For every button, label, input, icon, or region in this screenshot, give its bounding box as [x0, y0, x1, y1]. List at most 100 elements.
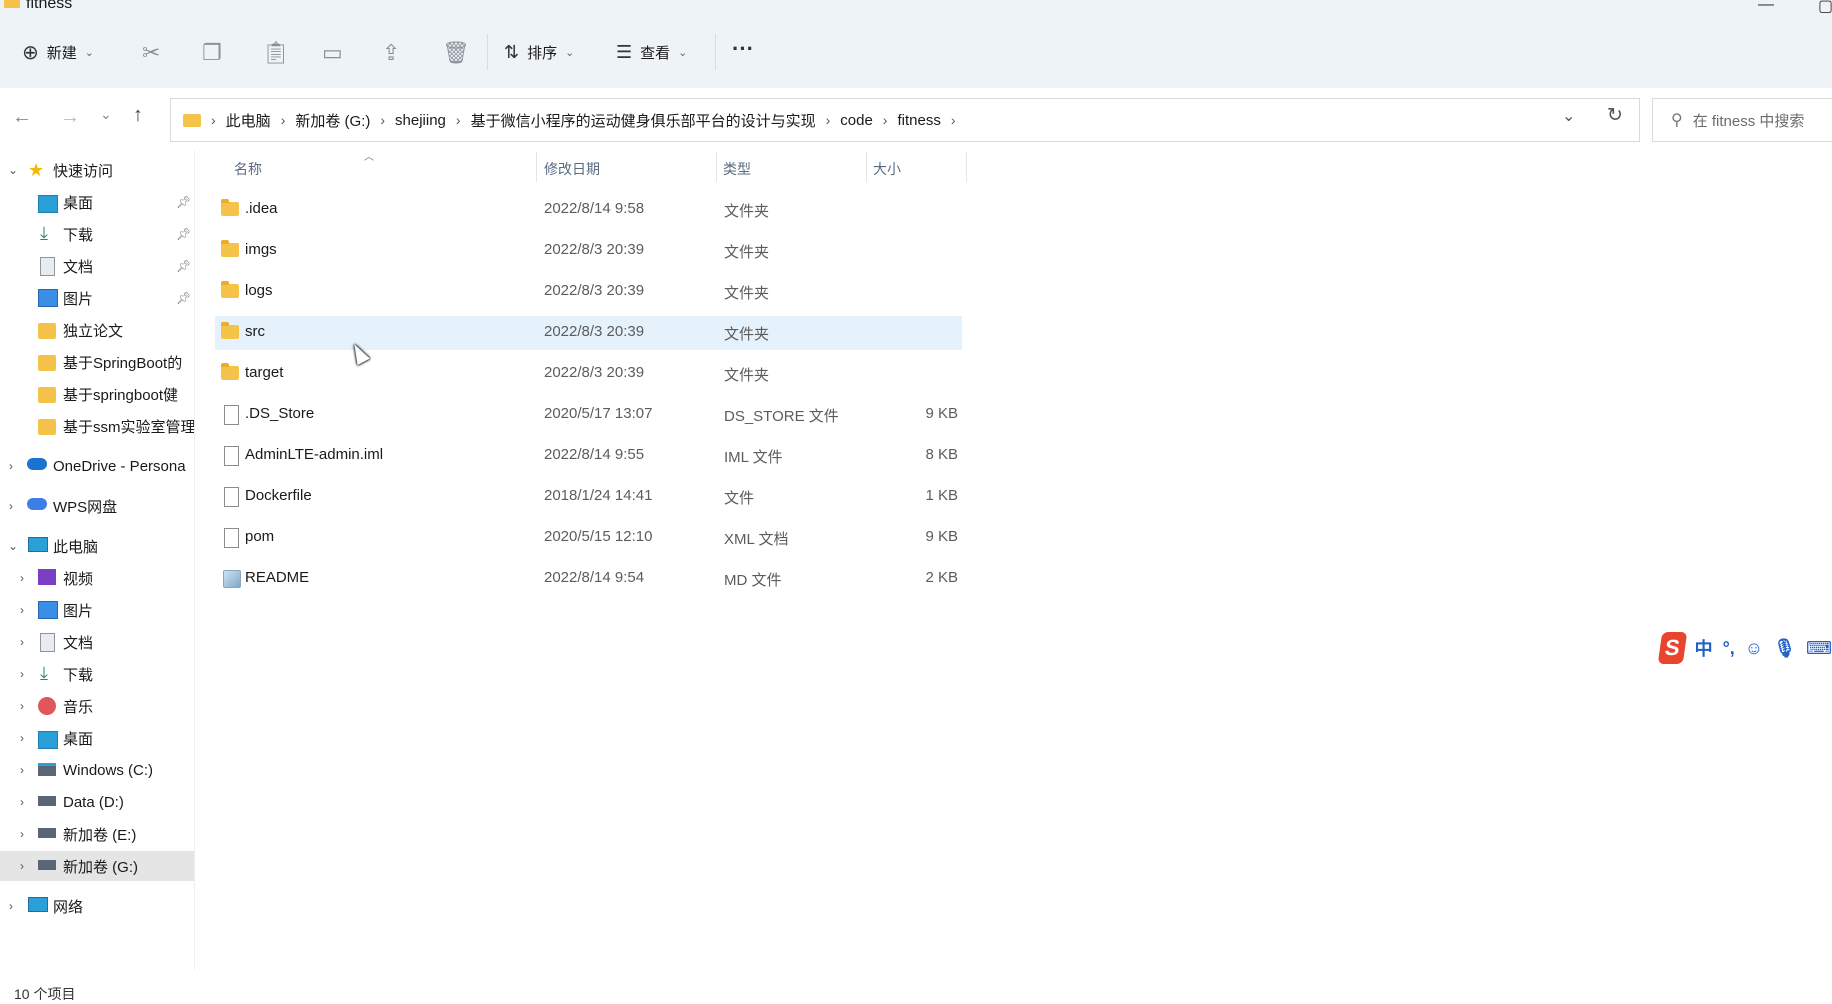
column-header-date[interactable]: 修改日期 — [544, 159, 600, 179]
view-list-icon: ☰ — [616, 42, 633, 62]
file-row[interactable]: src 2022/8/3 20:39 文件夹 — [215, 316, 962, 350]
column-header-type[interactable]: 类型 — [723, 159, 751, 179]
column-separator[interactable] — [866, 152, 867, 182]
sidebar-item-pc-desktop[interactable]: › 桌面 — [0, 723, 194, 753]
view-button[interactable]: ☰ 查看 ⌄ — [616, 42, 687, 63]
breadcrumb-separator: › — [380, 112, 386, 128]
sidebar-item-downloads[interactable]: ⤓ 下载 📌︎ — [0, 219, 194, 249]
breadcrumb-fitness[interactable]: fitness — [897, 112, 940, 129]
sidebar-item-label: 快速访问 — [53, 162, 114, 180]
sidebar-item-pc-pictures[interactable]: › 图片 — [0, 595, 194, 625]
sidebar-item-drive-c[interactable]: › Windows (C:) — [0, 755, 194, 785]
minimize-button[interactable]: — — [1758, 0, 1774, 14]
pin-icon[interactable]: 📌︎ — [176, 259, 191, 273]
sidebar-item-music[interactable]: › 音乐 — [0, 691, 194, 721]
sidebar-item-label: 图片 — [63, 602, 94, 620]
column-separator[interactable] — [966, 152, 967, 182]
sidebar-item-documents[interactable]: 文档 📌︎ — [0, 251, 194, 281]
file-date: 2022/8/14 9:58 — [544, 200, 645, 217]
sidebar-item-folder[interactable]: 独立论文 — [0, 315, 194, 345]
sidebar-item-desktop[interactable]: 桌面 📌︎ — [0, 187, 194, 217]
share-icon[interactable]: ⇪ — [382, 40, 400, 66]
file-type: 文件 — [724, 490, 755, 507]
address-bar[interactable]: › 此电脑 › 新加卷 (G:) › shejiing › 基于微信小程序的运动… — [170, 98, 1640, 142]
sidebar-item-quick-access[interactable]: ⌄ ★ 快速访问 — [0, 155, 194, 185]
file-date: 2022/8/14 9:55 — [544, 446, 645, 463]
folder-icon — [38, 419, 56, 435]
sidebar-item-folder[interactable]: 基于springboot健 — [0, 379, 194, 409]
sidebar-item-label: 图片 — [63, 290, 94, 308]
ime-language-toggle[interactable]: 中 — [1695, 635, 1713, 661]
chevron-right-icon: › — [20, 635, 24, 649]
chevron-right-icon: › — [20, 827, 24, 841]
sidebar-item-pc-downloads[interactable]: › ⤓ 下载 — [0, 659, 194, 689]
sidebar-item-folder[interactable]: 基于SpringBoot的 — [0, 347, 194, 377]
column-header-name[interactable]: 名称 — [234, 159, 262, 179]
sidebar-divider — [194, 150, 195, 970]
file-size: 9 KB — [925, 405, 958, 422]
sidebar-item-videos[interactable]: › 视频 — [0, 563, 194, 593]
file-row[interactable]: target 2022/8/3 20:39 文件夹 — [215, 357, 962, 391]
search-input[interactable]: ⚲ 在 fitness 中搜索 — [1652, 98, 1832, 142]
view-label: 查看 — [640, 45, 671, 62]
back-arrow-icon[interactable]: ← — [12, 106, 32, 129]
sidebar-item-label: 独立论文 — [63, 322, 124, 340]
sogou-logo-icon[interactable]: S — [1657, 632, 1687, 664]
sidebar-item-drive-d[interactable]: › Data (D:) — [0, 787, 194, 817]
file-row[interactable]: logs 2022/8/3 20:39 文件夹 — [215, 275, 962, 309]
pin-icon[interactable]: 📌︎ — [176, 227, 191, 241]
file-row[interactable]: .idea 2022/8/14 9:58 文件夹 — [215, 193, 962, 227]
maximize-button[interactable]: ▢ — [1818, 0, 1832, 16]
breadcrumb-drive-g[interactable]: 新加卷 (G:) — [295, 110, 370, 131]
new-button[interactable]: ⊕ 新建 ⌄ — [22, 40, 94, 65]
sidebar-item-pc-documents[interactable]: › 文档 — [0, 627, 194, 657]
file-row[interactable]: Dockerfile 2018/1/24 14:41 文件 1 KB — [215, 480, 962, 514]
sidebar-item-label: Windows (C:) — [63, 761, 154, 779]
up-arrow-icon[interactable]: ↑ — [133, 104, 143, 127]
sort-button[interactable]: ⇅ 排序 ⌄ — [504, 42, 574, 63]
rename-icon[interactable]: ▭ — [322, 40, 343, 66]
pin-icon[interactable]: 📌︎ — [176, 291, 191, 305]
video-icon — [38, 569, 56, 585]
music-icon — [38, 697, 56, 715]
sidebar-item-folder[interactable]: 基于ssm实验室管理 — [0, 411, 194, 441]
file-row[interactable]: .DS_Store 2020/5/17 13:07 DS_STORE 文件 9 KB — [215, 398, 962, 432]
refresh-icon[interactable]: ↻ — [1607, 104, 1623, 127]
microphone-icon[interactable]: 🎙︎ — [1773, 638, 1796, 659]
column-separator[interactable] — [536, 152, 537, 182]
breadcrumb-project[interactable]: 基于微信小程序的运动健身俱乐部平台的设计与实现 — [471, 110, 816, 131]
sidebar-item-drive-e[interactable]: › 新加卷 (E:) — [0, 819, 194, 849]
sidebar-item-drive-g[interactable]: › 新加卷 (G:) — [0, 851, 194, 881]
folder-icon — [38, 323, 56, 339]
address-dropdown-icon[interactable]: ⌄ — [1562, 106, 1575, 126]
column-separator[interactable] — [716, 152, 717, 182]
breadcrumb-code[interactable]: code — [840, 112, 873, 129]
sidebar-item-onedrive[interactable]: › OneDrive - Persona — [0, 451, 194, 481]
paste-icon[interactable]: 📋︎ — [262, 40, 290, 66]
emoji-icon[interactable]: ☺ — [1745, 638, 1763, 659]
sidebar-item-label: 视频 — [63, 570, 94, 588]
recent-chevron-icon[interactable]: ⌄ — [100, 106, 112, 123]
network-icon — [28, 897, 48, 912]
sidebar-item-wps[interactable]: › WPS网盘 — [0, 491, 194, 521]
more-options-button[interactable]: ··· — [732, 36, 754, 62]
cut-icon[interactable]: ✂ — [142, 40, 160, 66]
breadcrumb-shejiing[interactable]: shejiing — [395, 112, 446, 129]
copy-icon[interactable]: ❐ — [202, 40, 222, 66]
file-row[interactable]: imgs 2022/8/3 20:39 文件夹 — [215, 234, 962, 268]
file-row[interactable]: README 2022/8/14 9:54 MD 文件 2 KB — [215, 562, 962, 596]
file-row[interactable]: pom 2020/5/15 12:10 XML 文档 9 KB — [215, 521, 962, 555]
sidebar-item-network[interactable]: › 网络 — [0, 891, 194, 921]
sidebar-item-pictures[interactable]: 图片 📌︎ — [0, 283, 194, 313]
ime-toolbar[interactable]: S 中 °, ☺ 🎙︎ ⌨ — [1657, 628, 1832, 668]
ime-punctuation-toggle[interactable]: °, — [1723, 638, 1735, 659]
file-row[interactable]: AdminLTE-admin.iml 2022/8/14 9:55 IML 文件 8 … — [215, 439, 962, 473]
keyboard-icon[interactable]: ⌨ — [1806, 638, 1832, 659]
forward-arrow-icon[interactable]: → — [60, 106, 80, 129]
column-header-size[interactable]: 大小 — [873, 159, 901, 179]
delete-icon[interactable]: 🗑︎ — [442, 40, 470, 66]
chevron-right-icon: › — [20, 571, 24, 585]
sidebar-item-this-pc[interactable]: ⌄ 此电脑 — [0, 531, 194, 561]
pin-icon[interactable]: 📌︎ — [176, 195, 191, 209]
breadcrumb-this-pc[interactable]: 此电脑 — [226, 110, 271, 131]
